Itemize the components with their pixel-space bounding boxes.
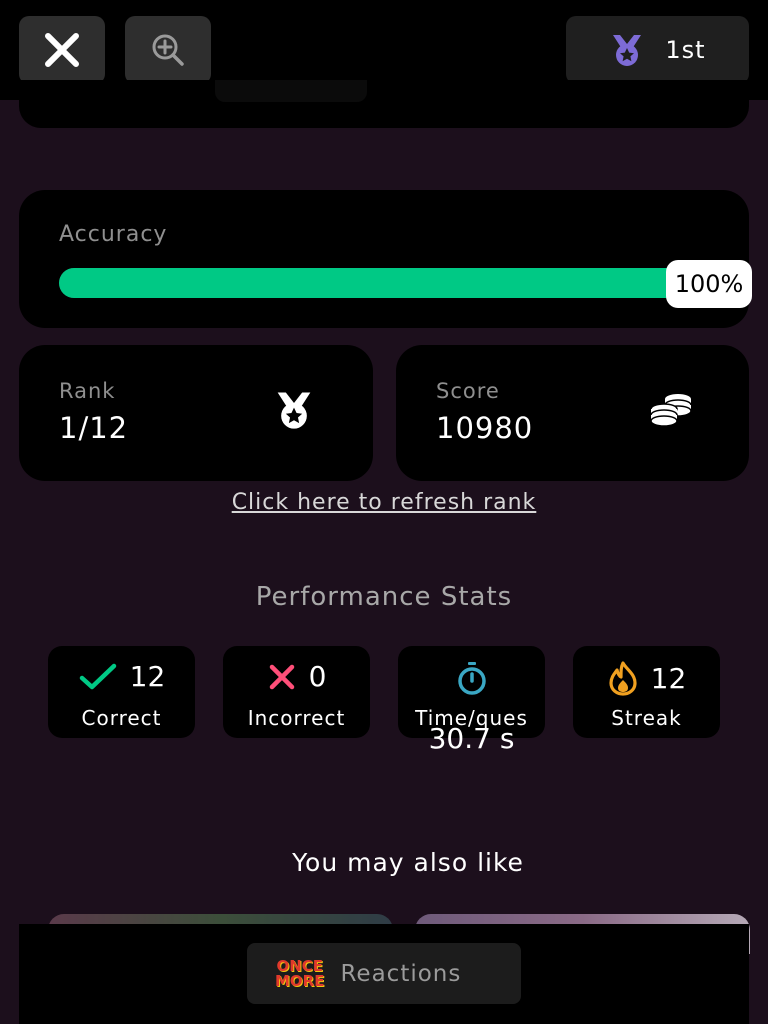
correct-label: Correct (81, 706, 162, 730)
reactions-button[interactable]: ONCE MORE Reactions (247, 943, 521, 1004)
accuracy-label: Accuracy (59, 222, 168, 247)
time-value: 30.7 s (428, 722, 515, 755)
medal-icon (277, 392, 311, 429)
bottom-bar: ONCE MORE Reactions (19, 924, 749, 1024)
once-more-logo: ONCE MORE (275, 956, 325, 990)
zoom-in-icon (152, 34, 184, 66)
accuracy-bar (59, 268, 719, 298)
check-icon (79, 663, 116, 689)
zoom-button[interactable] (125, 16, 211, 84)
rank-badge-text: 1st (665, 36, 706, 64)
coins-icon (650, 394, 692, 427)
rank-badge[interactable]: 1st (566, 16, 749, 84)
accuracy-card: Accuracy (19, 190, 749, 328)
refresh-rank-link[interactable]: Click here to refresh rank (0, 490, 768, 515)
flame-icon (609, 661, 637, 696)
incorrect-label: Incorrect (247, 706, 346, 730)
rank-label: Rank (59, 379, 116, 403)
recommendations-title: You may also like (292, 848, 524, 877)
close-button[interactable] (19, 16, 105, 84)
reactions-label: Reactions (340, 960, 462, 987)
accuracy-percent: 100% (666, 260, 752, 308)
rank-card: Rank 1/12 (19, 345, 373, 481)
performance-title: Performance Stats (255, 582, 513, 612)
correct-count: 12 (129, 660, 166, 693)
stat-streak: 12 Streak (573, 646, 720, 738)
medal-icon (613, 35, 642, 66)
score-value: 10980 (436, 411, 534, 445)
score-label: Score (436, 379, 500, 403)
stat-incorrect: 0 Incorrect (223, 646, 370, 738)
previous-card-stub (215, 80, 367, 102)
stat-correct: 12 Correct (48, 646, 195, 738)
accuracy-bar-fill (59, 268, 719, 298)
streak-count: 12 (650, 661, 687, 695)
incorrect-count: 0 (308, 660, 327, 693)
streak-label: Streak (611, 706, 682, 730)
close-icon (45, 33, 79, 67)
rank-value: 1/12 (59, 411, 129, 445)
stopwatch-icon (457, 662, 486, 695)
score-card: Score 10980 (396, 345, 749, 481)
cross-icon (269, 664, 294, 689)
previous-card (19, 80, 749, 128)
